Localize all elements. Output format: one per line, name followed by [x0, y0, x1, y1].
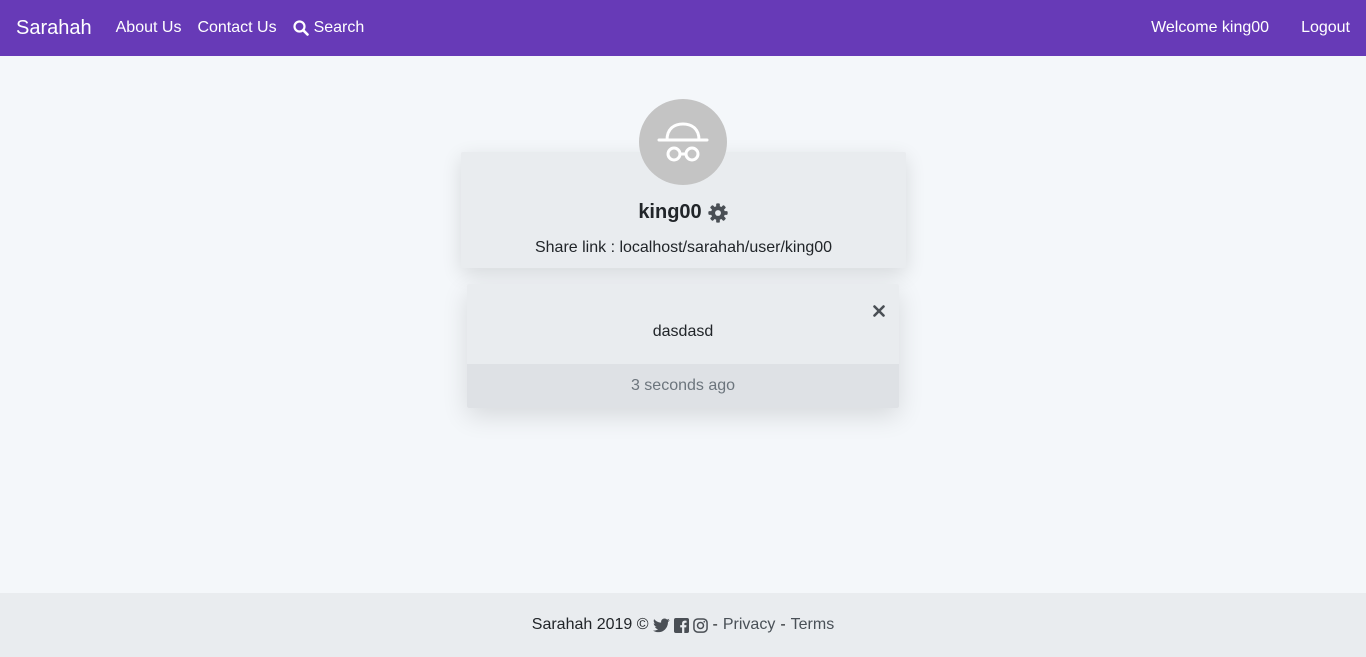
logout-link[interactable]: Logout: [1301, 19, 1350, 37]
nav-search-label: Search: [313, 19, 365, 36]
gear-icon[interactable]: [707, 202, 729, 224]
message-timestamp: 3 seconds ago: [467, 364, 899, 408]
nav-contact-link[interactable]: Contact Us: [197, 19, 276, 37]
search-icon: [292, 20, 309, 36]
username-row: king00: [461, 201, 906, 224]
message-text: dasdasd: [652, 323, 714, 340]
close-icon[interactable]: [873, 305, 885, 317]
profile-username: king00: [638, 201, 702, 223]
welcome-text: Welcome king00: [1151, 19, 1270, 36]
message-body: dasdasd: [467, 284, 899, 364]
incognito-icon: [657, 122, 709, 162]
top-navbar: Sarahah About Us Contact Us Search Welco…: [0, 0, 1366, 56]
nav-about-link[interactable]: About Us: [116, 19, 182, 37]
nav-search-link[interactable]: Search: [292, 19, 365, 37]
message-card: dasdasd 3 seconds ago: [467, 284, 899, 408]
page-footer: Sarahah 2019 © - Privacy - Terms: [0, 593, 1366, 657]
footer-separator: -: [712, 616, 718, 633]
brand-link[interactable]: Sarahah: [16, 17, 92, 40]
footer-separator: -: [780, 616, 786, 633]
nav-left-group: Sarahah About Us Contact Us Search: [16, 17, 380, 40]
privacy-link[interactable]: Privacy: [723, 616, 775, 634]
facebook-icon[interactable]: [673, 617, 689, 633]
share-link-text: Share link : localhost/sarahah/user/king…: [534, 239, 833, 256]
footer-copyright: Sarahah 2019 ©: [531, 616, 649, 633]
profile-avatar: [639, 99, 727, 185]
nav-right-group: Welcome king00 Logout: [1151, 19, 1350, 37]
terms-link[interactable]: Terms: [791, 616, 835, 634]
twitter-icon[interactable]: [652, 617, 670, 633]
instagram-icon[interactable]: [692, 617, 708, 633]
